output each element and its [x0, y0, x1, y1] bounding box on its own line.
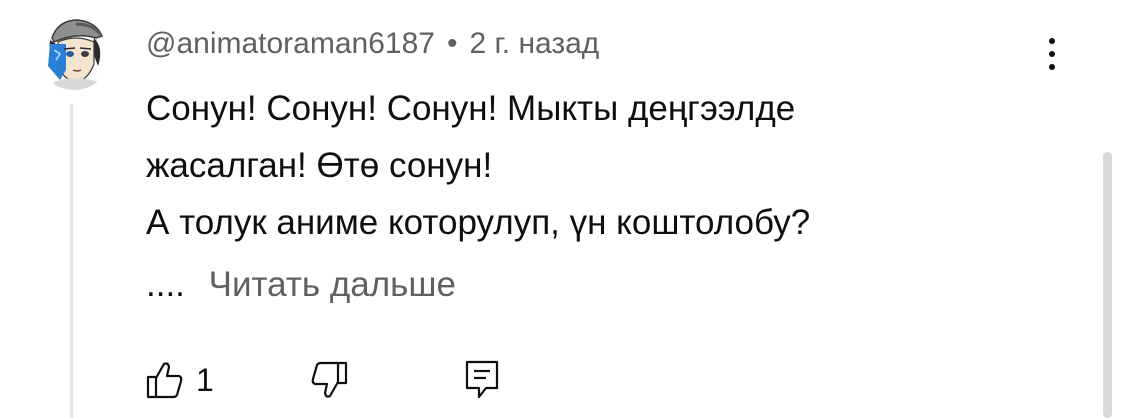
more-vertical-icon [1049, 38, 1055, 44]
read-more-link[interactable]: Читать дальше [209, 265, 456, 304]
thread-line [70, 104, 73, 418]
comment-text-line: жасалган! Өтө сонун! [146, 146, 493, 185]
comment-text-line: Сонун! Сонун! Сонун! Мыкты деңгээлде [146, 89, 796, 128]
comment-timestamp[interactable]: 2 г. назад [469, 27, 599, 61]
header-separator: • [446, 27, 458, 60]
truncation-ellipsis: .... [146, 265, 185, 304]
reply-comment-icon [465, 360, 498, 399]
comment-text-line: А толук аниме которулуп, үн коштолобу? [146, 203, 811, 242]
scrollbar[interactable] [1103, 152, 1112, 418]
anime-avatar-icon [48, 19, 104, 90]
dislike-button[interactable] [310, 360, 348, 400]
author-name[interactable]: @animatoraman6187 [146, 27, 435, 61]
more-vertical-icon-dot [1049, 64, 1055, 70]
read-more-row: .... Читать дальше [146, 260, 456, 310]
thumbs-down-icon [311, 361, 347, 398]
more-options-button[interactable] [1034, 30, 1070, 78]
comment-actions: 1 [146, 352, 500, 408]
comment-text: Сонун! Сонун! Сонун! Мыкты деңгээлде жас… [146, 80, 1026, 251]
comment-item: @animatoraman6187 • 2 г. назад Сонун! Со… [0, 0, 1125, 418]
more-vertical-icon-dot [1049, 51, 1055, 57]
like-count: 1 [196, 361, 214, 398]
thumbs-up-icon [146, 362, 183, 399]
reply-button[interactable] [464, 359, 500, 401]
comment-header: @animatoraman6187 • 2 г. назад [146, 24, 599, 64]
like-button[interactable]: 1 [146, 360, 214, 400]
avatar[interactable] [36, 14, 112, 90]
